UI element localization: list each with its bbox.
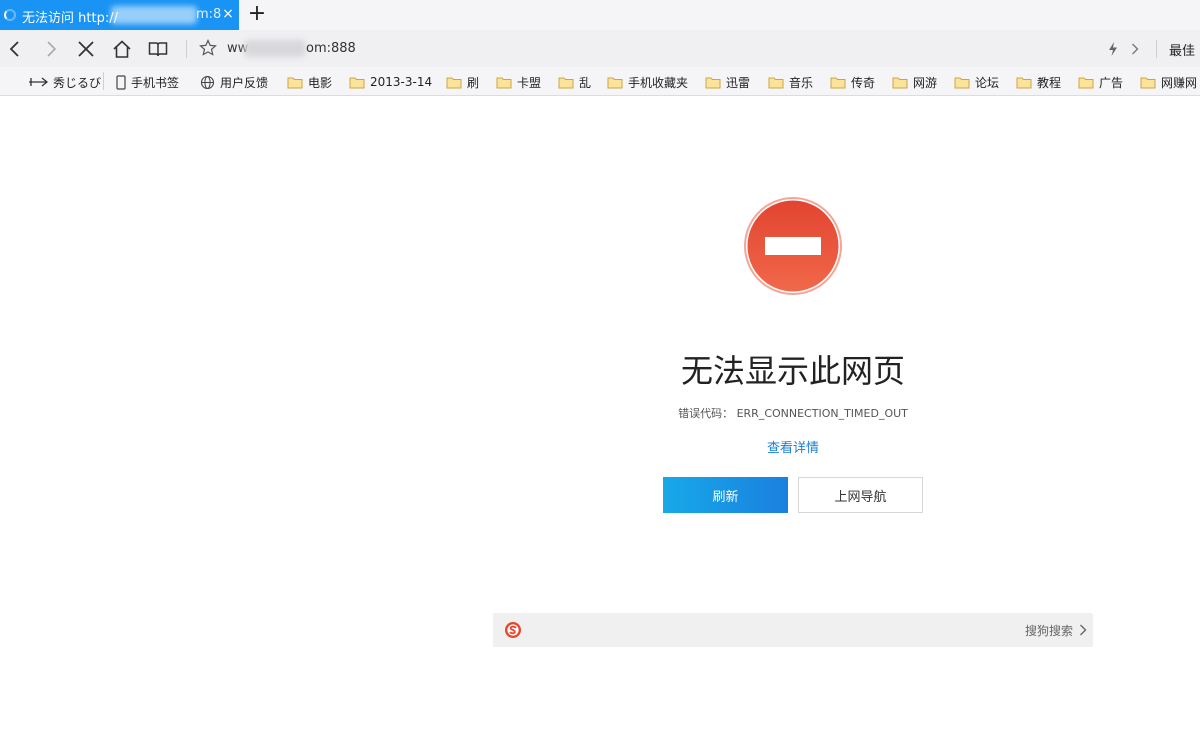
url-redacted xyxy=(244,40,306,57)
tab-strip: 无法访问 http:// m:8 × + xyxy=(0,0,1200,30)
bookmark-folder[interactable]: 乱 xyxy=(558,73,591,91)
bookmark-folder[interactable]: 手机收藏夹 xyxy=(607,73,688,91)
folder-icon xyxy=(1078,77,1094,88)
url-suffix: om:888 xyxy=(306,41,356,56)
folder-icon xyxy=(607,77,623,88)
folder-icon xyxy=(954,77,970,88)
folder-icon xyxy=(705,77,721,88)
best-view-label[interactable]: 最佳 xyxy=(1169,40,1195,59)
bookmark-folder[interactable]: 广告 xyxy=(1078,73,1123,91)
lightning-icon[interactable] xyxy=(1107,41,1119,57)
tab-active[interactable]: 无法访问 http:// m:8 × xyxy=(0,0,239,30)
no-entry-icon xyxy=(744,197,842,295)
bookmark-folder[interactable]: 刷 xyxy=(446,73,479,91)
bookmark-folder[interactable]: 教程 xyxy=(1016,73,1061,91)
folder-icon xyxy=(558,77,574,88)
book-icon xyxy=(148,42,168,57)
phone-icon xyxy=(116,74,126,90)
folder-icon xyxy=(1140,77,1156,88)
tab-title-suffix: m:8 xyxy=(196,7,222,22)
tab-close-icon[interactable]: × xyxy=(221,6,235,22)
bookmark-folder[interactable]: 音乐 xyxy=(768,73,813,91)
bookmark-folder[interactable]: 网赚网 xyxy=(1140,73,1200,91)
bookmark-folder[interactable]: 2013-3-14 xyxy=(349,73,432,91)
bookmarks-bar: 秀じるび 手机书签 用户反馈 电影 2013-3-14 刷 卡盟 乱 手机收藏夹… xyxy=(0,67,1200,96)
bookmark-separator xyxy=(103,72,104,90)
back-button[interactable] xyxy=(2,36,28,62)
forward-arrow-icon xyxy=(47,41,57,57)
folder-icon xyxy=(446,77,462,88)
navigation-toolbar: ww om:888 最佳 xyxy=(0,30,1200,67)
bookmark-item[interactable]: 用户反馈 xyxy=(200,73,268,91)
tab-title-redacted xyxy=(111,6,197,24)
tab-title: 无法访问 http:// xyxy=(22,11,118,26)
folder-icon xyxy=(287,77,303,88)
folder-icon xyxy=(768,77,784,88)
bookmark-folder[interactable]: 迅雷 xyxy=(705,73,750,91)
address-bar[interactable]: ww om:888 xyxy=(196,34,1076,62)
loading-spinner-icon xyxy=(4,9,16,21)
forward-button[interactable] xyxy=(38,36,64,62)
stop-button[interactable] xyxy=(73,36,99,62)
error-page: 无法显示此网页 错误代码： ERR_CONNECTION_TIMED_OUT 查… xyxy=(0,97,1200,746)
new-tab-button[interactable]: + xyxy=(246,3,268,27)
error-title: 无法显示此网页 xyxy=(680,352,905,390)
folder-icon xyxy=(349,77,365,88)
folder-icon xyxy=(1016,77,1032,88)
bookmark-folder[interactable]: 卡盟 xyxy=(496,73,541,91)
bookmark-folder[interactable]: 电影 xyxy=(287,73,332,91)
stop-x-icon xyxy=(78,41,94,57)
bookmark-item[interactable]: 秀じるび xyxy=(28,73,101,91)
folder-icon xyxy=(892,77,908,88)
bookmark-item[interactable]: 手机书签 xyxy=(116,73,179,91)
toolbar-separator xyxy=(186,40,187,58)
web-navigation-button[interactable]: 上网导航 xyxy=(798,477,923,513)
sogou-logo-icon xyxy=(505,622,521,638)
bookmark-folder[interactable]: 网游 xyxy=(892,73,937,91)
globe-icon xyxy=(200,75,215,89)
chevron-right-icon xyxy=(1080,624,1087,636)
view-details-link[interactable]: 查看详情 xyxy=(693,437,893,456)
chevron-right-icon[interactable] xyxy=(1131,43,1139,55)
home-button[interactable] xyxy=(109,36,135,62)
toolbar-separator-right xyxy=(1156,40,1157,58)
error-code: 错误代码： ERR_CONNECTION_TIMED_OUT xyxy=(593,405,993,421)
error-code-value: ERR_CONNECTION_TIMED_OUT xyxy=(736,407,908,420)
back-arrow-icon xyxy=(9,41,19,57)
bookmark-folder[interactable]: 传奇 xyxy=(830,73,875,91)
reader-button[interactable] xyxy=(145,36,171,62)
refresh-button[interactable]: 刷新 xyxy=(663,477,788,513)
home-icon xyxy=(113,40,131,58)
bookmark-star-icon[interactable] xyxy=(199,39,217,57)
sogou-search-bar[interactable]: 搜狗搜索 xyxy=(493,613,1093,647)
folder-icon xyxy=(830,77,846,88)
bookmark-folder[interactable]: 论坛 xyxy=(954,73,999,91)
error-code-label: 错误代码： xyxy=(678,407,734,420)
scissors-icon xyxy=(29,77,48,87)
sogou-search-label: 搜狗搜索 xyxy=(1024,624,1073,638)
folder-icon xyxy=(496,77,512,88)
